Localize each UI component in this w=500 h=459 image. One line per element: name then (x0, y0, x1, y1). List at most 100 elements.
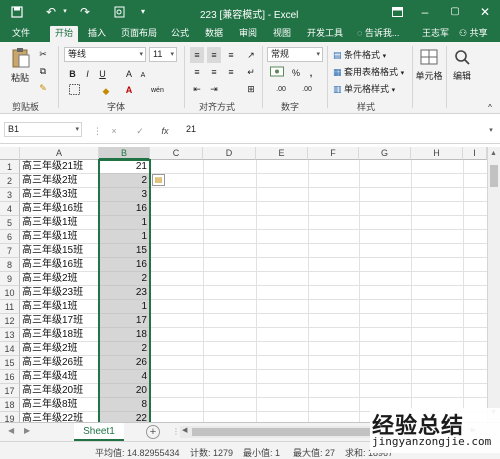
scroll-thumb[interactable] (490, 165, 498, 187)
row-header[interactable]: 2 (0, 174, 20, 188)
user-name[interactable]: 王志军 (418, 26, 453, 42)
row-header[interactable]: 11 (0, 300, 20, 314)
cell-b[interactable]: 3 (99, 188, 150, 202)
cell-b[interactable]: 21 (99, 160, 150, 174)
sheet-tab-sheet1[interactable]: Sheet1 (74, 423, 124, 441)
align-right-icon[interactable]: ≡ (224, 64, 238, 80)
h-scroll-thumb[interactable] (192, 428, 392, 436)
increase-decimal-icon[interactable]: .00 (270, 82, 292, 98)
column-header[interactable]: C (150, 147, 203, 160)
enter-icon[interactable]: ✓ (134, 123, 146, 139)
cell-b[interactable]: 16 (99, 258, 150, 272)
cell-a[interactable]: 高三年级15班 (20, 244, 99, 258)
border-icon[interactable] (66, 83, 82, 100)
column-header[interactable]: F (308, 147, 359, 160)
cell-b[interactable]: 8 (99, 398, 150, 412)
row-header[interactable]: 13 (0, 328, 20, 342)
column-header[interactable]: A (20, 147, 99, 160)
cell-b[interactable]: 16 (99, 202, 150, 216)
row-header[interactable]: 1 (0, 160, 20, 174)
format-painter-icon[interactable]: ✎ (36, 80, 50, 94)
cell-b[interactable]: 26 (99, 356, 150, 370)
cell-b[interactable]: 2 (99, 272, 150, 286)
row-header[interactable]: 5 (0, 216, 20, 230)
vertical-scrollbar[interactable]: ▲ ▼ (487, 147, 500, 422)
cell-a[interactable]: 高三年级3班 (20, 188, 99, 202)
row-header[interactable]: 18 (0, 398, 20, 412)
tab-split-grip-icon[interactable]: ⋮ (172, 427, 180, 436)
cell-b[interactable]: 15 (99, 244, 150, 258)
print-preview-icon[interactable] (110, 3, 128, 21)
row-header[interactable]: 8 (0, 258, 20, 272)
decrease-indent-icon[interactable]: ⇤ (190, 81, 204, 97)
editing-button[interactable]: 编辑 (450, 48, 474, 84)
row-header[interactable]: 16 (0, 370, 20, 384)
font-name-select[interactable]: 等线 ▾ (64, 47, 146, 62)
merge-center-icon[interactable]: ⊞ (244, 81, 258, 97)
cell-a[interactable]: 高三年级8班 (20, 398, 99, 412)
tab-insert[interactable]: 插入 (84, 26, 110, 42)
name-box[interactable]: B1 ▾ (4, 122, 82, 137)
cell-b[interactable]: 17 (99, 314, 150, 328)
fill-color-icon[interactable]: ◆ (98, 83, 114, 99)
cell-a[interactable]: 高三年级1班 (20, 230, 99, 244)
formula-input[interactable]: 21 (182, 122, 482, 137)
phonetic-icon[interactable]: wén (150, 83, 164, 99)
scroll-left-icon[interactable]: ◀ (182, 426, 187, 434)
font-grow-icon[interactable]: A (122, 66, 136, 82)
tab-home[interactable]: 开始 (50, 26, 78, 42)
underline-button[interactable]: U (96, 66, 109, 82)
row-header[interactable]: 7 (0, 244, 20, 258)
cell-a[interactable]: 高三年级16班 (20, 258, 99, 272)
align-center-icon[interactable]: ≡ (207, 64, 221, 80)
wrap-text-icon[interactable]: ↵ (244, 64, 258, 80)
column-header[interactable]: I (463, 147, 487, 160)
cell-a[interactable]: 高三年级2班 (20, 272, 99, 286)
cut-icon[interactable]: ✂ (36, 46, 50, 60)
scroll-sheets-left-icon[interactable]: ◀ (8, 426, 14, 435)
align-middle-icon[interactable]: ≡ (207, 47, 221, 63)
row-header[interactable]: 6 (0, 230, 20, 244)
quick-analysis-icon[interactable]: ▤ (152, 174, 165, 186)
cell-b[interactable]: 1 (99, 230, 150, 244)
cell-styles-button[interactable]: ▥ 单元格样式 ▾ (332, 81, 406, 99)
column-header[interactable]: H (411, 147, 463, 160)
maximize-icon[interactable]: ▢ (446, 3, 464, 21)
cell-b[interactable]: 23 (99, 286, 150, 300)
column-header[interactable]: D (203, 147, 256, 160)
minimize-icon[interactable]: – (416, 3, 434, 21)
cell-b[interactable]: 2 (99, 174, 150, 188)
cell-a[interactable]: 高三年级2班 (20, 174, 99, 188)
share-button[interactable]: ⚇ 共享 (455, 26, 492, 42)
tab-file[interactable]: 文件 (8, 26, 34, 42)
cancel-icon[interactable]: × (108, 123, 120, 139)
column-header[interactable]: G (359, 147, 411, 160)
font-color-icon[interactable]: A (122, 82, 136, 98)
tab-developer[interactable]: 开发工具 (303, 26, 347, 42)
row-header[interactable]: 15 (0, 356, 20, 370)
cells-button[interactable]: 单元格 (414, 48, 444, 84)
bold-button[interactable]: B (66, 66, 79, 82)
cell-a[interactable]: 高三年级18班 (20, 328, 99, 342)
tab-data[interactable]: 数据 (201, 26, 227, 42)
row-header[interactable]: 14 (0, 342, 20, 356)
cell-a[interactable]: 高三年级20班 (20, 384, 99, 398)
cell-b[interactable]: 18 (99, 328, 150, 342)
cell-b[interactable]: 20 (99, 384, 150, 398)
customize-qat-icon[interactable]: ▾ (134, 3, 152, 21)
cell-a[interactable]: 高三年级2班 (20, 342, 99, 356)
italic-button[interactable]: I (81, 66, 94, 82)
orientation-icon[interactable]: ↗ (244, 47, 258, 63)
tab-formulas[interactable]: 公式 (167, 26, 193, 42)
format-as-table-button[interactable]: ▦ 套用表格格式 ▾ (332, 64, 410, 82)
cell-a[interactable]: 高三年级4班 (20, 370, 99, 384)
cell-a[interactable]: 高三年级1班 (20, 216, 99, 230)
tell-me-box[interactable]: ◌ 告诉我... (353, 26, 403, 42)
tab-view[interactable]: 视图 (269, 26, 295, 42)
cell-a[interactable]: 高三年级26班 (20, 356, 99, 370)
cell-b[interactable]: 1 (99, 216, 150, 230)
cell-a[interactable]: 高三年级21班 (20, 160, 99, 174)
number-format-select[interactable]: 常规 ▾ (267, 47, 323, 62)
comma-button[interactable]: , (305, 65, 317, 81)
cell-a[interactable]: 高三年级23班 (20, 286, 99, 300)
